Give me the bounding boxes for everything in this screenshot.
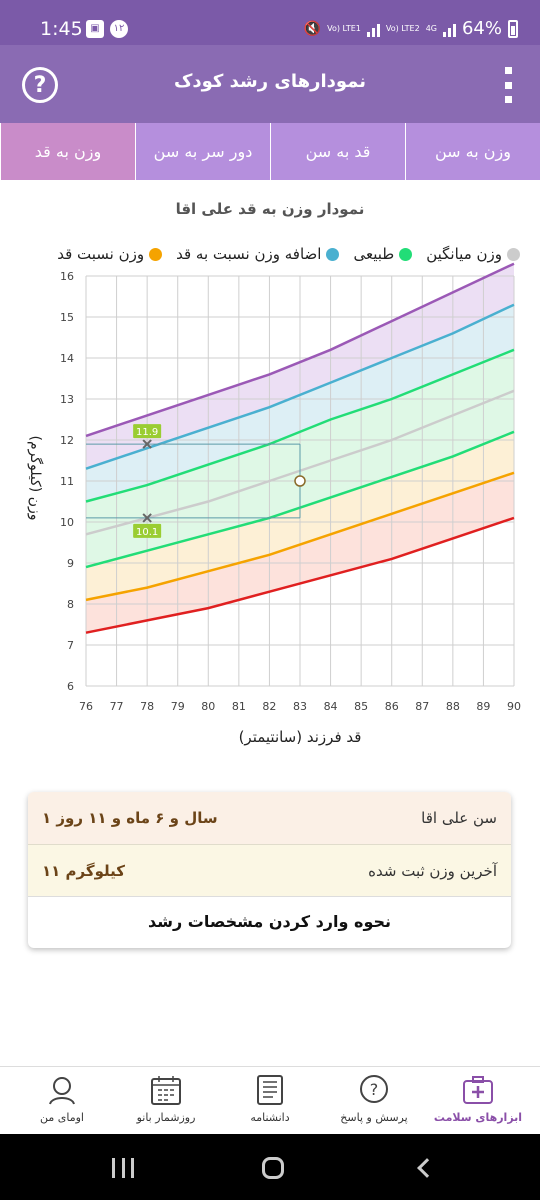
x-tick-label: 85: [354, 700, 368, 713]
legend-dot: [507, 247, 520, 261]
legend-dot: [399, 247, 413, 261]
y-tick-label: 11: [60, 475, 74, 488]
tab-height-for-age[interactable]: قد به سن: [270, 123, 405, 180]
data-label: 10.1: [136, 527, 158, 538]
menu-dot-icon: [504, 81, 512, 89]
x-tick-label: 77: [110, 700, 124, 713]
x-tick-label: 76: [79, 700, 93, 713]
chart-tabs: وزن به سن قد به سن دور سر به سن وزن به ق…: [0, 123, 540, 180]
x-tick-label: 86: [385, 700, 399, 713]
child-info-card: ۱ سال و ۶ ماه و ۱۱ روز سن علی اقا ۱۱ کیل…: [28, 792, 511, 948]
nav-label: پرسش و پاسخ: [340, 1111, 408, 1124]
nav-label: روزشمار بانو: [136, 1111, 196, 1124]
gallery-icon: ▣: [86, 20, 104, 38]
age-value: ۱ سال و ۶ ماه و ۱۱ روز: [42, 809, 218, 827]
nav-label: دانشنامه: [250, 1111, 290, 1124]
tab-head-circumference[interactable]: دور سر به سن: [135, 123, 270, 180]
x-tick-label: 88: [446, 700, 460, 713]
question-bubble-icon: ?: [360, 1075, 388, 1103]
x-tick-label: 84: [324, 700, 338, 713]
weight-label: آخرین وزن ثبت شده: [368, 861, 497, 880]
lte2-label: Vo) LTE2: [385, 24, 420, 33]
x-tick-label: 89: [476, 700, 490, 713]
nav-calendar[interactable]: روزشمار بانو: [121, 1067, 211, 1134]
network-type-label: 4G: [425, 24, 437, 33]
nav-questions[interactable]: ? پرسش و پاسخ: [329, 1067, 419, 1134]
tab-weight-for-age[interactable]: وزن به سن: [405, 123, 540, 180]
lte1-label: Vo) LTE1: [327, 24, 361, 33]
battery-icon: [508, 19, 518, 38]
child-data-point: [294, 475, 306, 487]
system-navigation-bar: [0, 1134, 540, 1200]
legend-dot: [326, 247, 340, 261]
page-title: نمودارهای رشد کودک: [173, 71, 367, 92]
overflow-menu-button[interactable]: [504, 67, 512, 103]
app-bar: ? نمودارهای رشد کودک: [0, 45, 540, 123]
x-tick-label: 78: [140, 700, 154, 713]
book-icon: [257, 1075, 283, 1105]
y-tick-label: 15: [60, 311, 74, 324]
growth-chart: 76 77 78 79 80 81 82 83 84 85 86 87 88 89 906789101112…: [60, 262, 521, 713]
y-tick-label: 13: [60, 393, 74, 406]
x-tick-label: 82: [262, 700, 276, 713]
x-tick-label: 80: [201, 700, 215, 713]
nav-encyclopedia[interactable]: دانشنامه: [225, 1067, 315, 1134]
age-row: ۱ سال و ۶ ماه و ۱۱ روز سن علی اقا: [28, 792, 511, 844]
x-tick-label: 81: [232, 700, 246, 713]
back-button[interactable]: [417, 1158, 437, 1178]
profile-icon: [49, 1077, 75, 1105]
x-tick-label: 90: [507, 700, 521, 713]
status-time: 1:45: [40, 18, 83, 40]
bottom-navigation: ابزارهای سلامت ? پرسش و پاسخ دانشنامه رو…: [0, 1066, 540, 1134]
growth-entry-help-link[interactable]: نحوه وارد کردن مشخصات رشد: [28, 896, 511, 948]
svg-text:?: ?: [370, 1080, 379, 1099]
home-button[interactable]: [262, 1157, 284, 1179]
nav-label: ابزارهای سلامت: [433, 1111, 523, 1124]
nav-label: اومای من: [40, 1111, 84, 1124]
y-tick-label: 14: [60, 352, 74, 365]
legend-dot: [149, 247, 163, 261]
x-tick-label: 83: [293, 700, 307, 713]
nav-health-tools[interactable]: ابزارهای سلامت: [433, 1067, 523, 1134]
y-tick-label: 12: [60, 434, 74, 447]
y-tick-label: 10: [60, 516, 74, 529]
data-label: 11.9: [136, 427, 158, 438]
x-tick-label: 79: [171, 700, 185, 713]
x-axis-label: قد فرزند (سانتیمتر): [238, 728, 362, 746]
notification-count-badge: ۱۲: [110, 20, 128, 38]
mute-icon: 🔇: [303, 20, 322, 37]
calendar-icon: [151, 1076, 181, 1105]
nav-profile[interactable]: اومای من: [17, 1067, 107, 1134]
battery-percent: 64%: [461, 18, 502, 39]
x-tick-label: 87: [415, 700, 429, 713]
weight-value: ۱۱ کیلوگرم: [42, 861, 125, 880]
y-tick-label: 16: [60, 270, 74, 283]
chart-title: نمودار وزن به قد علی اقا: [175, 200, 365, 218]
recent-apps-button[interactable]: [112, 1158, 134, 1178]
y-tick-label: 8: [67, 598, 74, 611]
signal-icon: [442, 21, 456, 37]
age-label: سن علی اقا: [421, 809, 497, 827]
y-tick-label: 9: [67, 557, 74, 570]
menu-dot-icon: [504, 96, 512, 103]
medical-kit-icon: [463, 1076, 493, 1104]
y-tick-label: 7: [67, 639, 74, 652]
menu-dot-icon: [504, 67, 512, 74]
tab-weight-for-height[interactable]: وزن به قد: [0, 123, 135, 180]
y-tick-label: 6: [67, 680, 74, 693]
signal-icon: [366, 21, 380, 37]
weight-row: ۱۱ کیلوگرم آخرین وزن ثبت شده: [28, 844, 511, 896]
